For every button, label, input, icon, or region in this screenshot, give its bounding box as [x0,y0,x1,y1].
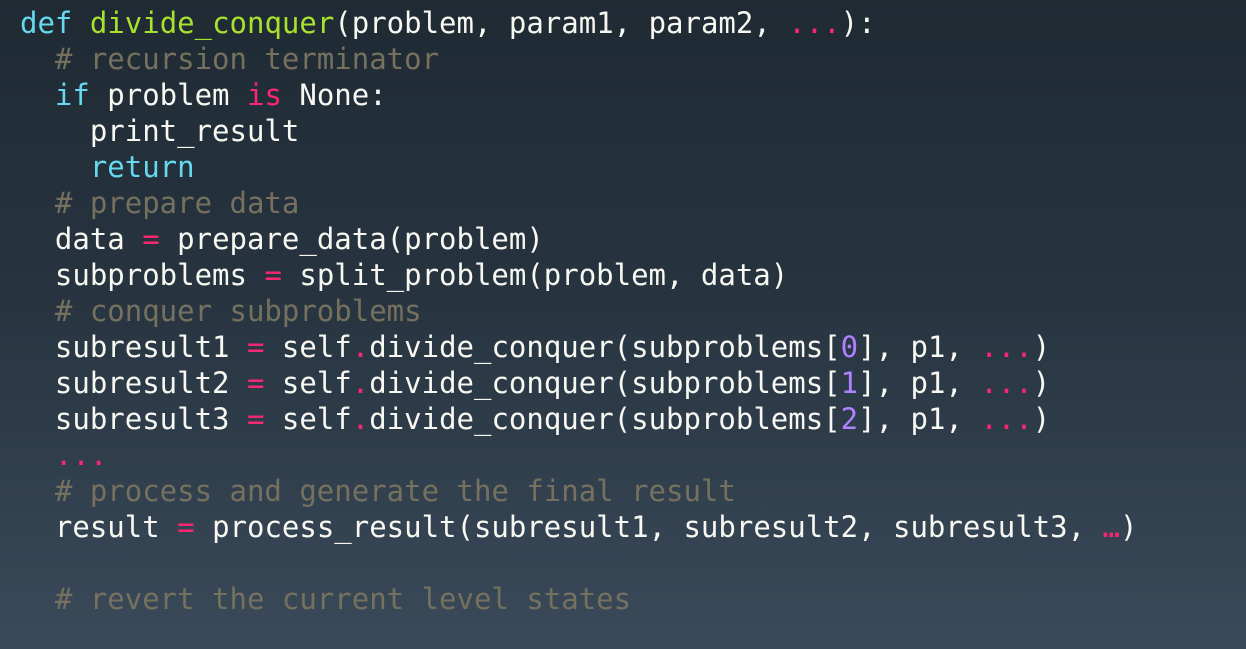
code-line: # process and generate the final result [20,473,1246,509]
code-token: data [20,222,143,256]
comment-token: # recursion terminator [20,42,440,76]
code-token: divide_conquer(subproblems[ [369,402,841,436]
code-line: ... [20,437,1246,473]
code-line: subresult3 = self.divide_conquer(subprob… [20,401,1246,437]
code-token: subresult1 [20,330,247,364]
code-line: # recursion terminator [20,41,1246,77]
keyword-token: def [20,6,73,40]
code-token: None: [281,78,387,112]
code-token: subresult3 [20,402,247,436]
number-token: 0 [840,330,859,364]
code-token: ], p1, [858,366,981,400]
number-token: 1 [840,366,859,400]
code-editor: def divide_conquer(problem, param1, para… [0,0,1246,649]
code-token: ) [1032,330,1051,364]
number-token: 2 [840,402,859,436]
keyword-token: return [89,150,195,184]
operator-token: ... [54,438,108,472]
code-token: divide_conquer(subproblems[ [369,330,841,364]
comment-token: # revert the current level states [20,582,632,616]
code-line: subresult1 = self.divide_conquer(subprob… [20,329,1246,365]
operator-token: = [246,366,265,400]
code-token: self [264,330,352,364]
code-token: ): [840,6,876,40]
code-token: ) [1119,510,1138,544]
code-token: print_result [20,114,300,148]
keyword-token: if [54,78,90,112]
code-line: return [20,149,1246,185]
operator-token: = [264,258,282,292]
code-token: (problem, param1, param2, [334,6,789,40]
code-token: ], p1, [858,330,981,364]
code-line: subproblems = split_problem(problem, dat… [20,257,1246,293]
code-line: subresult2 = self.divide_conquer(subprob… [20,365,1246,401]
code-line: # conquer subproblems [20,293,1246,329]
operator-token: is [246,78,282,112]
code-line: # prepare data [20,185,1246,221]
operator-token: = [142,222,160,256]
operator-token: ... [980,330,1033,364]
comment-token: # prepare data [20,186,300,220]
code-token: ) [1032,366,1051,400]
code-token: subproblems [20,258,265,292]
code-token: self [264,402,352,436]
code-line: def divide_conquer(problem, param1, para… [20,5,1246,41]
code-token: prepare_data(problem) [159,222,544,256]
code-token: problem [89,78,247,112]
operator-token: ... [980,402,1033,436]
operator-token: = [177,510,195,544]
operator-token: = [246,330,265,364]
code-token: divide_conquer(subproblems[ [369,366,841,400]
code-token: process_result(subresult1, subresult2, s… [194,510,1103,544]
operator-token: . [351,330,370,364]
operator-token: ... [788,6,841,40]
code-token: ) [1032,402,1051,436]
comment-token: # conquer subproblems [20,294,422,328]
comment-token: # process and generate the final result [20,474,736,508]
code-token: self [264,366,352,400]
code-token: subresult2 [20,366,247,400]
code-line: if problem is None: [20,77,1246,113]
code-token: split_problem(problem, data) [281,258,789,292]
code-line: # revert the current level states [20,581,1246,617]
code-line: data = prepare_data(problem) [20,221,1246,257]
operator-token: … [1102,510,1120,544]
code-line: result = process_result(subresult1, subr… [20,509,1246,545]
code-token: result [20,510,178,544]
function-name-token: divide_conquer [89,6,335,40]
operator-token: . [351,402,370,436]
operator-token: = [246,402,265,436]
code-line: print_result [20,113,1246,149]
code-token: ], p1, [858,402,981,436]
operator-token: ... [980,366,1033,400]
operator-token: . [351,366,370,400]
